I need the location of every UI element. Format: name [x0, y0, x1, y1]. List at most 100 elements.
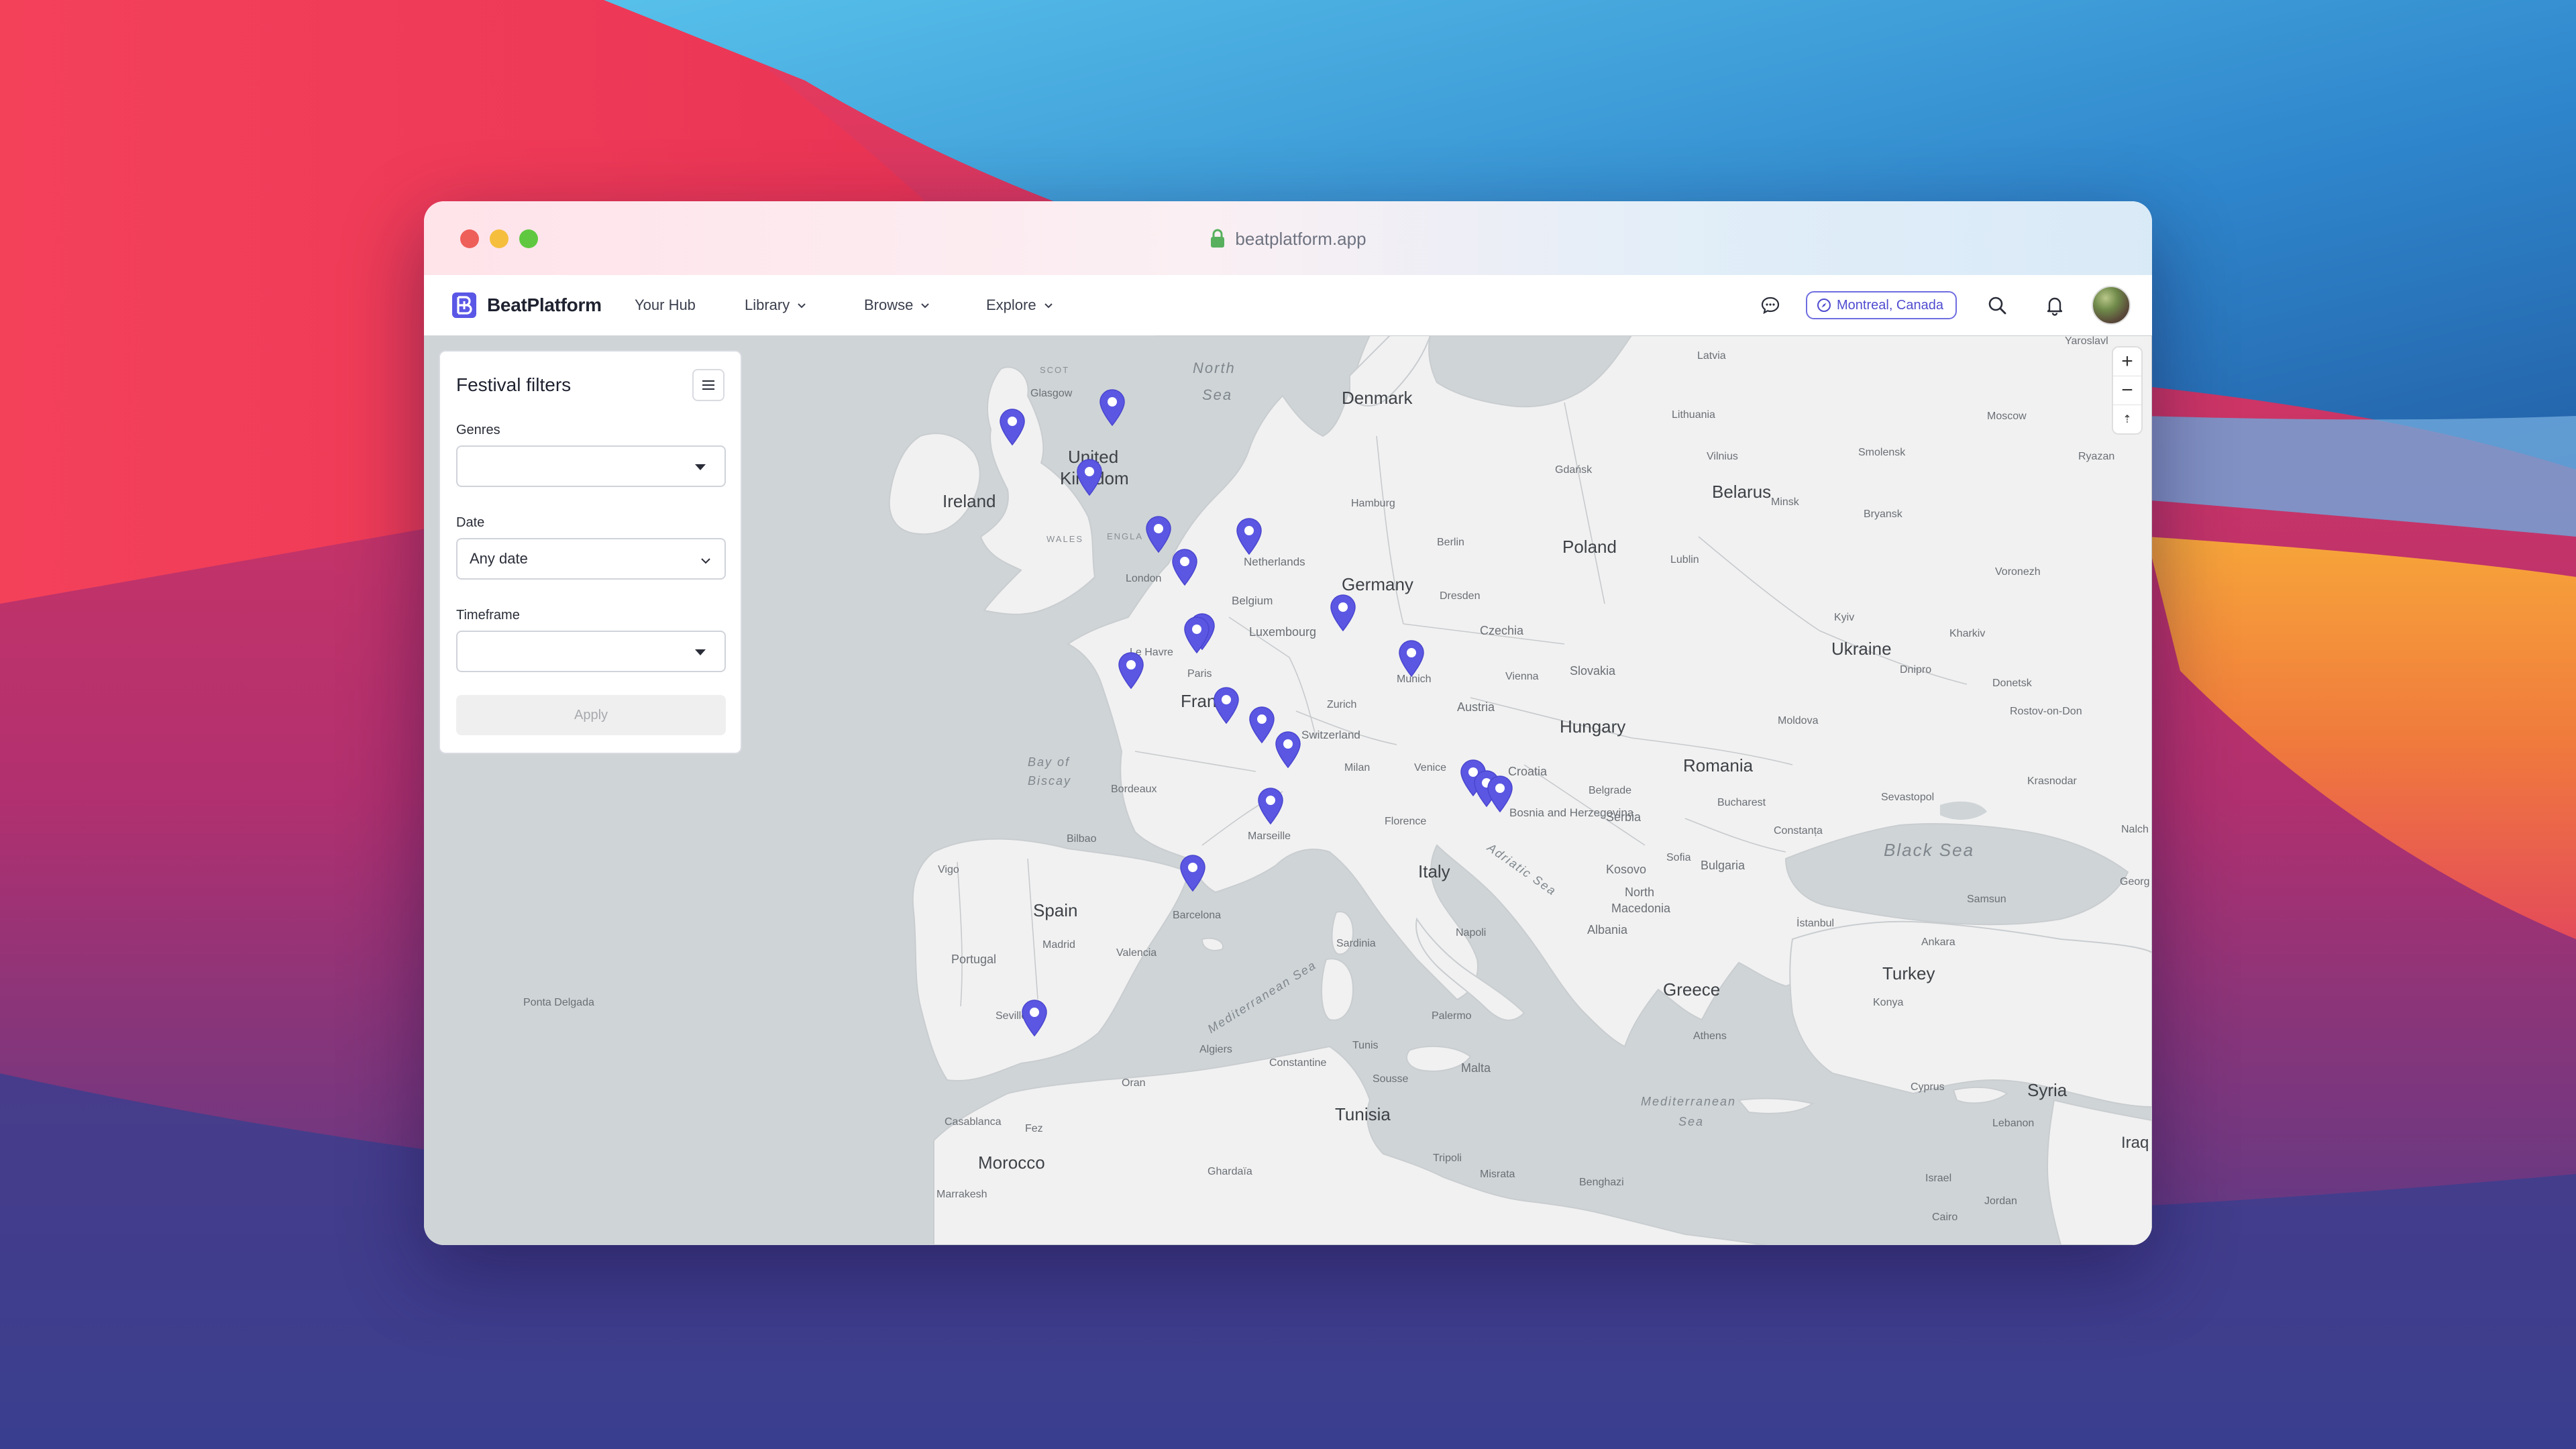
user-avatar[interactable]	[2092, 286, 2131, 325]
caret-down-icon	[695, 649, 706, 655]
festival-pin[interactable]	[1247, 705, 1277, 744]
label-latvia: Latvia	[1697, 350, 1726, 362]
label-north-macedonia-2: Macedonia	[1611, 902, 1671, 915]
label-ponta-delgada: Ponta Delgada	[523, 997, 594, 1008]
label-minsk: Minsk	[1771, 496, 1799, 508]
label-syria: Syria	[2027, 1080, 2068, 1100]
label-netherlands: Netherlands	[1244, 555, 1305, 568]
bell-icon[interactable]	[2043, 294, 2066, 317]
label-med-east-2: Sea	[1678, 1115, 1705, 1128]
festival-pin[interactable]	[1020, 998, 1049, 1037]
label-vienna: Vienna	[1505, 671, 1539, 682]
label-ankara: Ankara	[1921, 936, 1955, 948]
label-denmark: Denmark	[1342, 388, 1413, 408]
label-bilbao: Bilbao	[1067, 833, 1097, 845]
label-belgrade: Belgrade	[1589, 785, 1632, 796]
festival-pin[interactable]	[1178, 853, 1208, 892]
nav-browse[interactable]: Browse	[864, 297, 930, 314]
timeframe-label: Timeframe	[456, 608, 520, 623]
label-biscay-1: Bay of	[1028, 755, 1071, 769]
label-austria: Austria	[1457, 700, 1495, 714]
label-germany: Germany	[1342, 574, 1413, 594]
label-nalchik: Nalch	[2121, 824, 2149, 835]
nav-browse-label: Browse	[864, 297, 914, 313]
label-lublin: Lublin	[1670, 554, 1699, 566]
label-krasnodar: Krasnodar	[2027, 775, 2077, 787]
label-bulgaria: Bulgaria	[1701, 859, 1746, 872]
label-lebanon: Lebanon	[1992, 1118, 2035, 1129]
label-biscay-2: Biscay	[1028, 774, 1072, 788]
label-kyiv: Kyiv	[1834, 612, 1855, 623]
festival-pin[interactable]	[1144, 515, 1173, 553]
apply-button[interactable]: Apply	[456, 695, 726, 735]
festival-pin[interactable]	[1116, 651, 1146, 690]
label-turkey: Turkey	[1882, 963, 1935, 983]
label-north-sea-2: Sea	[1202, 386, 1233, 403]
label-wales: WALES	[1046, 534, 1084, 544]
label-benghazi: Benghazi	[1579, 1177, 1624, 1188]
label-samsun: Samsun	[1967, 894, 2006, 905]
search-icon[interactable]	[1986, 294, 2008, 317]
chevron-down-icon	[701, 558, 710, 564]
festival-pin[interactable]	[1075, 458, 1104, 496]
timeframe-select[interactable]	[456, 631, 726, 672]
label-bordeaux: Bordeaux	[1111, 784, 1157, 795]
label-north-sea-1: North	[1193, 360, 1236, 376]
label-donetsk: Donetsk	[1992, 678, 2032, 689]
browser-titlebar: beatplatform.app	[424, 201, 2152, 275]
festival-pin[interactable]	[1256, 786, 1285, 825]
genres-label: Genres	[456, 423, 500, 437]
address-bar[interactable]: beatplatform.app	[424, 227, 2152, 251]
genres-select[interactable]	[456, 445, 726, 487]
nav-your-hub[interactable]: Your Hub	[635, 297, 696, 314]
festival-pin[interactable]	[1212, 686, 1241, 724]
festival-pin[interactable]	[998, 407, 1027, 446]
label-ryazan: Ryazan	[2078, 451, 2115, 462]
label-ghardaia: Ghardaïa	[1208, 1166, 1252, 1177]
label-istanbul: İstanbul	[1796, 918, 1835, 929]
location-badge[interactable]: Montreal, Canada	[1806, 291, 1957, 319]
zoom-in-button[interactable]: +	[2113, 347, 2141, 376]
label-konya: Konya	[1873, 997, 1904, 1008]
label-kosovo: Kosovo	[1606, 863, 1647, 876]
label-georgia: Georg	[2120, 876, 2150, 888]
label-jordan: Jordan	[1984, 1195, 2017, 1207]
label-scotland: SCOT	[1040, 365, 1070, 375]
label-czechia: Czechia	[1480, 624, 1524, 637]
label-lithuania: Lithuania	[1672, 409, 1715, 421]
filters-menu-button[interactable]	[692, 369, 724, 401]
label-italy: Italy	[1418, 861, 1450, 881]
label-moldova: Moldova	[1778, 715, 1819, 727]
nav-library[interactable]: Library	[745, 297, 807, 314]
hamburger-menu-icon	[702, 380, 714, 390]
label-bucharest: Bucharest	[1717, 797, 1766, 808]
zoom-out-button[interactable]: −	[2113, 376, 2141, 405]
filters-title: Festival filters	[456, 374, 572, 395]
festival-pin[interactable]	[1097, 388, 1127, 427]
label-marrakesh: Marrakesh	[936, 1189, 987, 1200]
label-poland: Poland	[1562, 537, 1617, 557]
chat-icon[interactable]	[1759, 294, 1782, 317]
label-england: ENGLA	[1107, 531, 1144, 541]
label-hungary: Hungary	[1560, 716, 1626, 737]
label-milan: Milan	[1344, 762, 1371, 773]
label-moscow: Moscow	[1987, 411, 2027, 422]
festival-pin[interactable]	[1170, 547, 1199, 586]
label-bryansk: Bryansk	[1864, 508, 1902, 520]
festival-pin[interactable]	[1234, 517, 1264, 555]
festival-pin[interactable]	[1328, 593, 1358, 632]
festival-pin[interactable]	[1273, 730, 1303, 769]
compass-reset-button[interactable]: ⇡	[2113, 405, 2141, 433]
festival-pin[interactable]	[1182, 615, 1212, 654]
label-palermo: Palermo	[1432, 1010, 1472, 1022]
label-yaroslavl: Yaroslavl	[2065, 335, 2108, 347]
festival-pin[interactable]	[1485, 774, 1515, 813]
label-berlin: Berlin	[1437, 537, 1464, 548]
nav-explore[interactable]: Explore	[986, 297, 1054, 314]
date-select[interactable]: Any date	[456, 538, 726, 580]
label-vigo: Vigo	[938, 864, 959, 875]
brand[interactable]: BeatPlatform	[451, 291, 602, 319]
label-med-east-1: Mediterranean	[1641, 1095, 1737, 1108]
label-rostov: Rostov-on-Don	[2010, 706, 2082, 717]
festival-pin[interactable]	[1397, 639, 1426, 678]
